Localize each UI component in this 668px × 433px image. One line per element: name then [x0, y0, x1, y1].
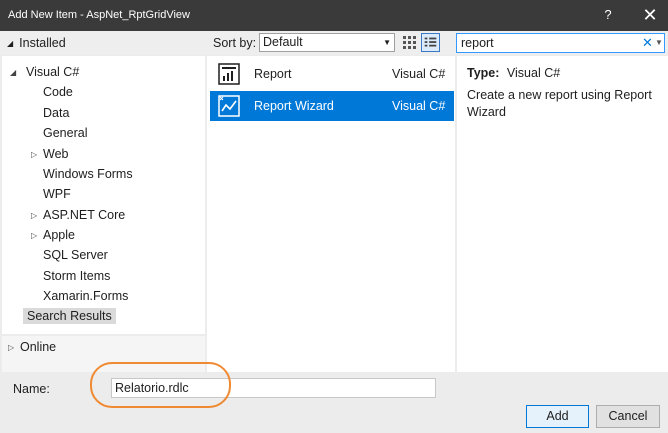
collapsed-triangle-icon: ▷	[31, 150, 38, 159]
list-view-icon[interactable]	[421, 33, 440, 52]
type-value: Visual C#	[506, 66, 561, 80]
collapsed-triangle-icon: ▷	[8, 343, 15, 352]
item-name: Report	[254, 67, 292, 81]
tree-item-web[interactable]: ▷ Web	[31, 147, 68, 161]
expanded-triangle-icon: ◢	[10, 68, 17, 77]
help-button[interactable]: ?	[594, 4, 622, 26]
tree-item-aspnet-core[interactable]: ▷ ASP.NET Core	[31, 208, 125, 222]
clear-search-icon[interactable]: ✕	[642, 34, 653, 52]
sort-by-value: Default	[263, 35, 303, 49]
title-bar: Add New Item - AspNet_RptGridView ? ✕	[0, 0, 668, 31]
type-line: Type: Visual C#	[467, 66, 560, 80]
cancel-button[interactable]: Cancel	[596, 405, 660, 428]
list-item-report-wizard[interactable]: Report Wizard Visual C#	[210, 91, 454, 121]
close-button[interactable]: ✕	[636, 4, 664, 26]
grid-view-icon[interactable]	[402, 35, 416, 49]
tree-item-visual-csharp[interactable]: ◢ Visual C#	[10, 65, 79, 79]
item-language: Visual C#	[392, 99, 446, 113]
tree-item-storm-items[interactable]: Storm Items	[43, 269, 110, 283]
template-tree: ◢ Visual C# Code Data General ▷ Web Wind…	[2, 56, 205, 334]
add-button[interactable]: Add	[526, 405, 589, 428]
tree-item-search-results[interactable]: Search Results	[23, 308, 116, 324]
search-options-chevron-icon[interactable]: ▼	[655, 34, 663, 52]
collapsed-triangle-icon: ▷	[31, 211, 38, 220]
template-list: Report Visual C# Report Wizard Visual C#	[207, 56, 455, 372]
tree-item-data[interactable]: Data	[43, 106, 69, 120]
type-label: Type:	[467, 66, 500, 80]
name-label: Name:	[13, 382, 50, 396]
tree-item-apple[interactable]: ▷ Apple	[31, 228, 75, 242]
item-name: Report Wizard	[254, 99, 334, 113]
item-language: Visual C#	[392, 67, 446, 81]
list-item-report[interactable]: Report Visual C#	[210, 59, 454, 89]
tree-item-general[interactable]: General	[43, 126, 87, 140]
sort-by-select[interactable]: Default ▼	[259, 33, 395, 52]
search-value: report	[461, 36, 494, 50]
tree-item-sql-server[interactable]: SQL Server	[43, 248, 108, 262]
collapsed-triangle-icon: ▷	[31, 231, 38, 240]
details-pane: Type: Visual C# Create a new report usin…	[457, 56, 668, 372]
report-wizard-icon	[218, 95, 240, 117]
tree-item-windows-forms[interactable]: Windows Forms	[43, 167, 133, 181]
tree-item-wpf[interactable]: WPF	[43, 187, 71, 201]
installed-header[interactable]: ◢ Installed	[7, 36, 66, 50]
tree-item-online[interactable]: ▷ Online	[8, 340, 56, 354]
item-description: Create a new report using Report Wizard	[467, 88, 652, 119]
sort-by-label: Sort by:	[213, 36, 257, 50]
collapse-triangle-icon: ◢	[7, 39, 14, 48]
chevron-down-icon: ▼	[383, 38, 391, 47]
tree-item-xamarin-forms[interactable]: Xamarin.Forms	[43, 289, 128, 303]
toolbar: ◢ Installed Sort by: Default ▼ report ✕ ▼	[0, 31, 668, 55]
window-title: Add New Item - AspNet_RptGridView	[8, 9, 190, 21]
tree-item-code[interactable]: Code	[43, 85, 73, 99]
report-icon	[218, 63, 240, 85]
installed-label: Installed	[19, 36, 66, 50]
highlight-annotation	[90, 362, 231, 408]
search-input[interactable]: report ✕ ▼	[456, 33, 665, 53]
